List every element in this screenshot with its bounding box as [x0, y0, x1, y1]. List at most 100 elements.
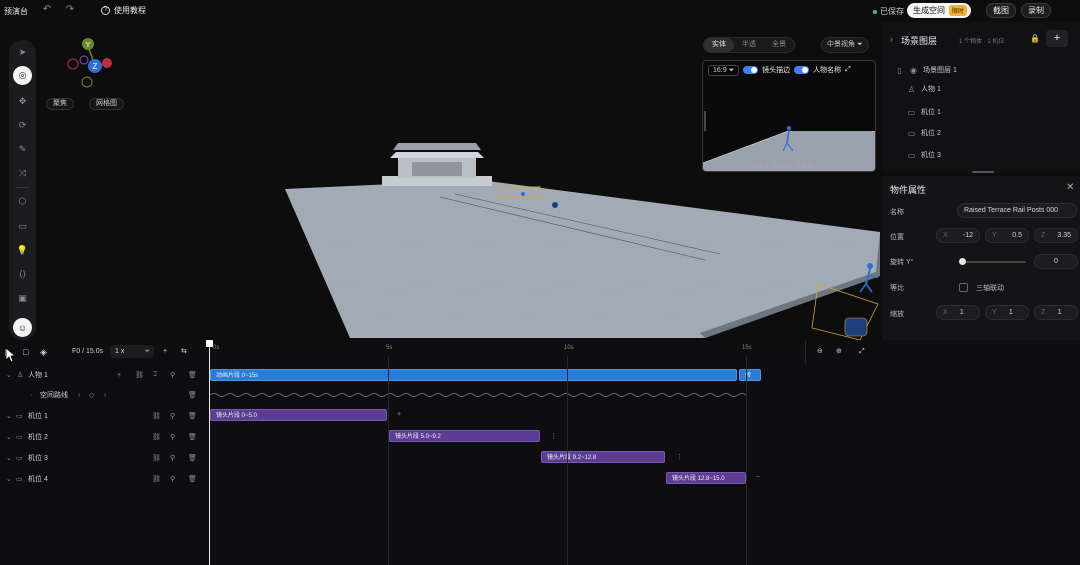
close-icon[interactable]: ✕	[1066, 182, 1074, 193]
clip-animation[interactable]: 动画片段 0~15s	[210, 369, 737, 381]
undo-icon[interactable]: ↶	[41, 4, 53, 16]
scale-z-field[interactable]: Z1	[1034, 305, 1078, 320]
pin-icon[interactable]: ⚲	[170, 475, 175, 483]
add-track-icon[interactable]: +	[163, 345, 167, 359]
name-field[interactable]: Raised Terrace Rail Posts 000	[957, 203, 1077, 218]
position-x-field[interactable]: X -12	[936, 228, 980, 243]
rotation-field[interactable]: 0	[1034, 254, 1078, 269]
uniform-scale-checkbox[interactable]	[959, 283, 968, 292]
track-camera-2[interactable]: ⌄ ▭ 机位 2 ⛓ ⚲ 🗑	[0, 427, 210, 447]
track-path[interactable]: · 空间路线 ‹ ◇ › 🗑	[0, 385, 210, 405]
chevron-down-icon[interactable]: ⌄	[6, 454, 12, 462]
delete-icon[interactable]: 🗑	[188, 433, 197, 441]
layer-item-camera-1[interactable]: ▭ 机位 1	[882, 103, 1080, 121]
track-camera-1[interactable]: ⌄ ▭ 机位 1 ⛓ ⚲ 🗑	[0, 406, 210, 426]
clip-handle-icon[interactable]: ⋮	[550, 432, 557, 440]
camera-tool-icon[interactable]: ▭	[13, 217, 32, 236]
lock-icon[interactable]: 🔒	[1030, 34, 1040, 43]
light-tool-icon[interactable]: 💡	[13, 241, 32, 260]
fit-icon[interactable]: ⤢	[859, 345, 865, 359]
orbit-tool-icon[interactable]: ◎	[13, 66, 32, 85]
pin-icon[interactable]: ⚲	[170, 454, 175, 462]
keyframe-icon[interactable]: ◈	[40, 345, 47, 359]
link-icon[interactable]: ⛓	[152, 412, 161, 420]
clip-camera-3[interactable]: 镜头片段 9.2~12.8	[541, 451, 665, 463]
track-person-1[interactable]: ⌄ ♙ 人物 1 + ⛓ ⌶ ⚲ 🗑	[0, 365, 210, 385]
rotation-slider-knob[interactable]	[959, 258, 966, 265]
code-tool-icon[interactable]: ⟨⟩	[13, 265, 32, 284]
pen-tool-icon[interactable]: ✎	[13, 140, 32, 159]
panel-resize-handle[interactable]	[972, 171, 994, 173]
playhead-handle[interactable]	[206, 340, 213, 347]
camera-view-select[interactable]: 中景视角 ⏷	[821, 37, 869, 53]
pin-icon[interactable]: ⚲	[170, 433, 175, 441]
record-button[interactable]: 录制	[1021, 3, 1051, 18]
delete-icon[interactable]: 🗑	[188, 475, 197, 483]
add-clip-icon[interactable]: +	[397, 411, 401, 418]
delete-icon[interactable]: 🗑	[188, 454, 197, 462]
clip-transition[interactable]: 转	[739, 369, 761, 381]
layer-item-camera-3[interactable]: ▭ 机位 3	[882, 146, 1080, 164]
delete-icon[interactable]: 🗑	[188, 412, 197, 420]
path-tool-icon[interactable]: ⤨	[13, 164, 32, 183]
zoom-in-icon[interactable]: ⊕	[836, 345, 842, 359]
position-y-field[interactable]: Y 0.5	[985, 228, 1029, 243]
playhead[interactable]	[209, 342, 210, 565]
clip-camera-4[interactable]: 镜头片段 12.8~15.0	[666, 472, 746, 484]
chevron-down-icon[interactable]: ⌄	[6, 475, 12, 483]
add-icon[interactable]: +	[117, 372, 121, 379]
clip-camera-2[interactable]: 镜头片段 5.0~9.2	[389, 430, 540, 442]
pin-icon[interactable]: ⚲	[170, 371, 175, 379]
layer-item-camera-2[interactable]: ▭ 机位 2	[882, 124, 1080, 142]
link-icon[interactable]: ⛓	[135, 371, 144, 379]
tab-panorama[interactable]: 全景	[764, 38, 794, 52]
tab-solid[interactable]: 实体	[704, 38, 734, 52]
swap-icon[interactable]: ⇆	[181, 345, 187, 359]
generate-space-button[interactable]: 生成空间 限时	[907, 3, 972, 18]
tutorial-link[interactable]: ? 使用教程	[101, 5, 146, 16]
grid-view-button[interactable]: 网格图	[89, 98, 124, 110]
move-tool-icon[interactable]: ✥	[13, 92, 32, 111]
ai-tool-icon[interactable]: ☺	[13, 318, 32, 337]
scale-x-field[interactable]: X1	[936, 305, 980, 320]
keyframe-diamond-icon[interactable]: ◇	[89, 391, 94, 399]
scale-y-field[interactable]: Y1	[985, 305, 1029, 320]
add-layer-button[interactable]: +	[1046, 30, 1068, 47]
prev-key-icon[interactable]: ‹	[78, 392, 80, 399]
split-icon[interactable]: ⌶	[153, 371, 157, 379]
next-key-icon[interactable]: ›	[104, 392, 106, 399]
camera-preview[interactable]: 16:9 ⏷ 镜头描边 人物名称 ⤢ 机位 1 · 50mm · 全景俯	[702, 60, 876, 172]
delete-icon[interactable]: 🗑	[188, 371, 197, 379]
link-icon[interactable]: ⛓	[152, 475, 161, 483]
focus-button[interactable]: 聚焦	[46, 98, 74, 110]
axis-gizmo[interactable]: Y Z	[58, 34, 118, 92]
pin-icon[interactable]: ⚲	[170, 412, 175, 420]
track-camera-3[interactable]: ⌄ ▭ 机位 3 ⛓ ⚲ 🗑	[0, 448, 210, 468]
tab-translucent[interactable]: 半透	[734, 38, 764, 52]
image-tool-icon[interactable]: ▣	[13, 289, 32, 308]
select-tool-icon[interactable]: ➤	[13, 43, 32, 62]
stop-icon[interactable]: □	[23, 345, 28, 359]
playback-speed-select[interactable]: 1 x ⏷	[110, 345, 154, 358]
delete-icon[interactable]: 🗑	[188, 391, 197, 399]
position-z-field[interactable]: Z 3.35	[1034, 228, 1078, 243]
link-icon[interactable]: ⛓	[152, 454, 161, 462]
clip-camera-1[interactable]: 镜头片段 0~5.0	[210, 409, 387, 421]
chevron-down-icon[interactable]: ⌄	[6, 433, 12, 441]
remove-clip-icon[interactable]: −	[756, 474, 760, 481]
chevron-down-icon[interactable]: ⌄	[6, 412, 12, 420]
track-camera-4[interactable]: ⌄ ▭ 机位 4 ⛓ ⚲ 🗑	[0, 469, 210, 489]
link-icon[interactable]: ⛓	[152, 433, 161, 441]
clip-handle-icon[interactable]: ⋮	[676, 453, 683, 461]
rotate-tool-icon[interactable]: ⟳	[13, 116, 32, 135]
redo-icon[interactable]: ↷	[64, 4, 76, 16]
layer-root[interactable]: ▯ ◉ 场景图层 1	[882, 61, 1080, 79]
rotation-slider-track[interactable]	[962, 261, 1026, 263]
chevron-down-icon[interactable]: ⌄	[6, 371, 12, 379]
cube-tool-icon[interactable]: ⬡	[13, 192, 32, 211]
collapse-icon[interactable]: ›	[890, 34, 893, 47]
zoom-out-icon[interactable]: ⊖	[817, 345, 823, 359]
layer-item-person-1[interactable]: ♙ 人物 1	[882, 80, 1080, 98]
eye-icon[interactable]: ◉	[909, 66, 918, 75]
screenshot-button[interactable]: 截图	[986, 3, 1016, 18]
